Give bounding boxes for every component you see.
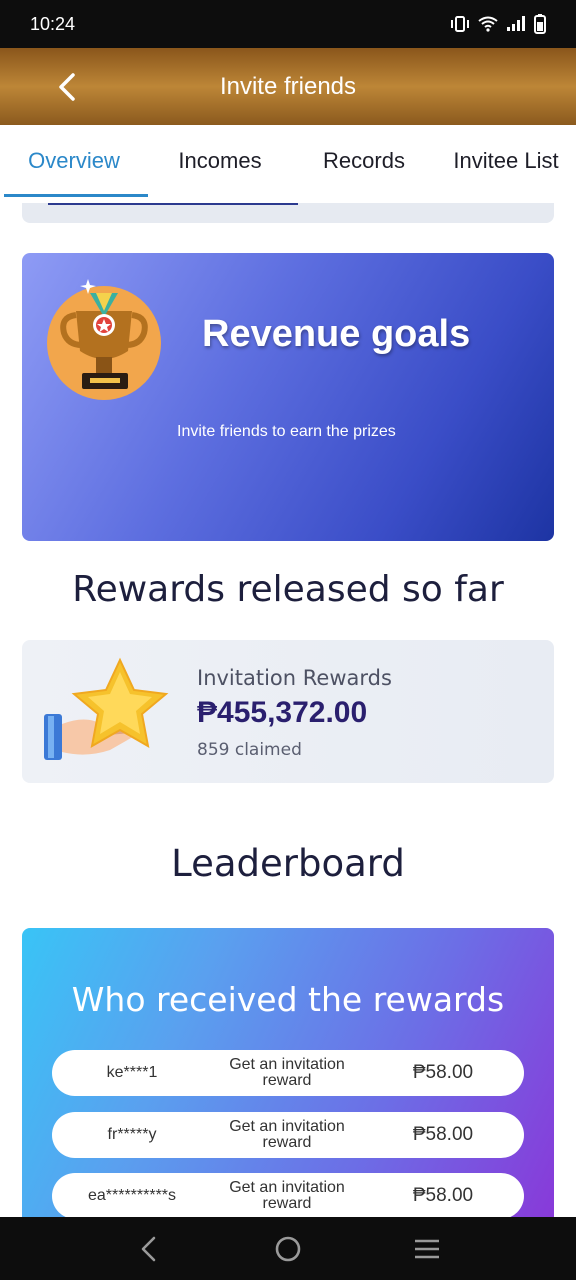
revenue-goals-title: Revenue goals	[202, 313, 471, 355]
status-icons	[450, 14, 546, 34]
signal-icon	[506, 16, 526, 32]
leaderboard-user: ea**********s	[87, 1187, 177, 1204]
vibrate-icon	[450, 16, 470, 32]
tab-incomes[interactable]: Incomes	[148, 125, 292, 197]
leaderboard-card: Who received the rewards ke****1 Get an …	[22, 928, 554, 1217]
leaderboard-desc: Get an invitation reward	[229, 1056, 345, 1089]
star-hand-icon	[44, 657, 169, 760]
leaderboard-user: fr*****y	[107, 1126, 157, 1143]
back-nav-icon	[142, 1236, 156, 1261]
revenue-goals-subtitle: Invite friends to earn the prizes	[177, 423, 396, 440]
leaderboard-card-title: Who received the rewards	[71, 980, 505, 1019]
leaderboard-desc: Get an invitation reward	[229, 1118, 345, 1151]
back-button[interactable]	[50, 70, 84, 104]
revenue-goals-banner[interactable]: Revenue goals Invite friends to earn the…	[22, 253, 554, 541]
recents-nav-icon	[414, 1239, 439, 1258]
tab-overview[interactable]: Overview	[0, 125, 148, 197]
system-nav-bar	[0, 1217, 576, 1280]
trophy-icon	[47, 279, 161, 400]
leaderboard-row: ea**********s Get an invitation reward ₱…	[52, 1173, 524, 1217]
tab-invitee-list[interactable]: Invitee List	[436, 125, 576, 197]
leaderboard-heading: Leaderboard	[171, 842, 405, 885]
leaderboard-row: ke****1 Get an invitation reward ₱58.00	[52, 1050, 524, 1096]
previous-card-edge	[22, 203, 554, 223]
nav-recents-button[interactable]	[407, 1229, 447, 1269]
invitation-rewards-amount: ₱455,372.00	[197, 696, 368, 729]
invitation-rewards-card: Invitation Rewards ₱455,372.00 859 claim…	[22, 640, 554, 783]
page-title: Invite friends	[219, 72, 357, 100]
leaderboard-user: ke****1	[106, 1064, 158, 1081]
tab-records[interactable]: Records	[292, 125, 436, 197]
leaderboard-amount: ₱58.00	[412, 1062, 474, 1083]
wifi-icon	[478, 16, 498, 32]
status-bar: 10:24	[0, 0, 576, 48]
scroll-content[interactable]: Revenue goals Invite friends to earn the…	[0, 197, 576, 1217]
leaderboard-row: fr*****y Get an invitation reward ₱58.00	[52, 1112, 524, 1158]
invitation-rewards-label: Invitation Rewards	[197, 666, 392, 690]
screen: 10:24 Invite friends Overview Incomes Re…	[0, 0, 576, 1280]
rewards-heading: Rewards released so far	[72, 569, 504, 610]
status-time: 10:24	[30, 13, 76, 34]
invitation-rewards-claimed: 859 claimed	[197, 740, 302, 760]
leaderboard-desc: Get an invitation reward	[229, 1179, 345, 1212]
battery-icon	[534, 14, 546, 34]
app-header: Invite friends	[0, 48, 576, 125]
home-nav-icon	[275, 1236, 301, 1261]
nav-back-button[interactable]	[129, 1229, 169, 1269]
tab-bar: Overview Incomes Records Invitee List	[0, 125, 576, 197]
leaderboard-amount: ₱58.00	[412, 1185, 474, 1206]
nav-home-button[interactable]	[268, 1229, 308, 1269]
chevron-left-icon	[59, 73, 75, 101]
leaderboard-amount: ₱58.00	[412, 1124, 474, 1145]
